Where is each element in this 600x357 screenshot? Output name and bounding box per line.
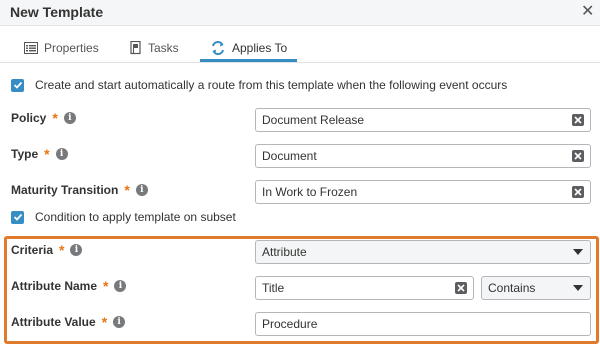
tab-label: Tasks bbox=[148, 41, 179, 55]
info-icon[interactable]: i bbox=[63, 112, 76, 124]
sync-icon bbox=[212, 40, 224, 56]
clear-icon[interactable] bbox=[572, 186, 584, 198]
tab-applies-to[interactable]: Applies To bbox=[210, 35, 287, 61]
tab-label: Applies To bbox=[232, 41, 288, 55]
check-icon bbox=[13, 81, 22, 89]
flag-icon bbox=[130, 41, 141, 55]
subset-label: Condition to apply template on subset bbox=[35, 210, 236, 224]
clear-icon[interactable] bbox=[572, 150, 584, 162]
list-icon bbox=[24, 42, 38, 54]
dialog-title: New Template bbox=[10, 4, 104, 20]
tab-tasks[interactable]: Tasks bbox=[130, 35, 179, 61]
clear-icon[interactable] bbox=[455, 282, 467, 294]
operator-select[interactable]: Contains bbox=[481, 276, 591, 300]
check-icon bbox=[13, 213, 22, 221]
policy-label: Policy * i bbox=[11, 111, 76, 125]
tab-properties[interactable]: Properties bbox=[24, 35, 99, 61]
auto-route-label: Create and start automatically a route f… bbox=[35, 78, 508, 92]
info-icon[interactable]: i bbox=[114, 280, 127, 292]
chevron-down-icon bbox=[573, 249, 583, 255]
criteria-select[interactable]: Attribute bbox=[255, 240, 591, 264]
tabs-divider bbox=[0, 62, 600, 63]
chevron-down-icon bbox=[573, 285, 583, 291]
info-icon[interactable]: i bbox=[70, 244, 83, 256]
attribute-value-field[interactable]: Procedure bbox=[255, 312, 591, 336]
auto-route-option[interactable]: Create and start automatically a route f… bbox=[11, 78, 507, 92]
subset-option[interactable]: Condition to apply template on subset bbox=[11, 210, 236, 224]
policy-field[interactable]: Document Release bbox=[255, 108, 591, 132]
auto-route-checkbox[interactable] bbox=[11, 78, 24, 92]
attribute-name-label: Attribute Name * i bbox=[11, 278, 127, 294]
required-star: * bbox=[59, 242, 65, 258]
info-icon[interactable]: i bbox=[55, 148, 68, 160]
required-star: * bbox=[103, 278, 109, 294]
required-star: * bbox=[101, 314, 108, 330]
info-icon[interactable]: i bbox=[113, 316, 126, 328]
criteria-label: Criteria * i bbox=[11, 242, 83, 258]
info-icon[interactable]: i bbox=[135, 184, 148, 196]
tab-label: Properties bbox=[44, 41, 99, 55]
clear-icon[interactable] bbox=[572, 114, 584, 126]
required-star: * bbox=[44, 146, 50, 162]
type-label: Type * i bbox=[11, 147, 68, 161]
required-star: * bbox=[124, 182, 130, 198]
attribute-name-field[interactable]: Title bbox=[255, 276, 474, 300]
attribute-value-label: Attribute Value * i bbox=[11, 314, 126, 330]
required-star: * bbox=[52, 110, 58, 126]
maturity-transition-field[interactable]: In Work to Frozen bbox=[255, 180, 591, 204]
maturity-transition-label: Maturity Transition * i bbox=[11, 183, 148, 197]
type-field[interactable]: Document bbox=[255, 144, 591, 168]
close-icon[interactable]: ✕ bbox=[581, 3, 594, 21]
subset-checkbox[interactable] bbox=[11, 210, 24, 224]
